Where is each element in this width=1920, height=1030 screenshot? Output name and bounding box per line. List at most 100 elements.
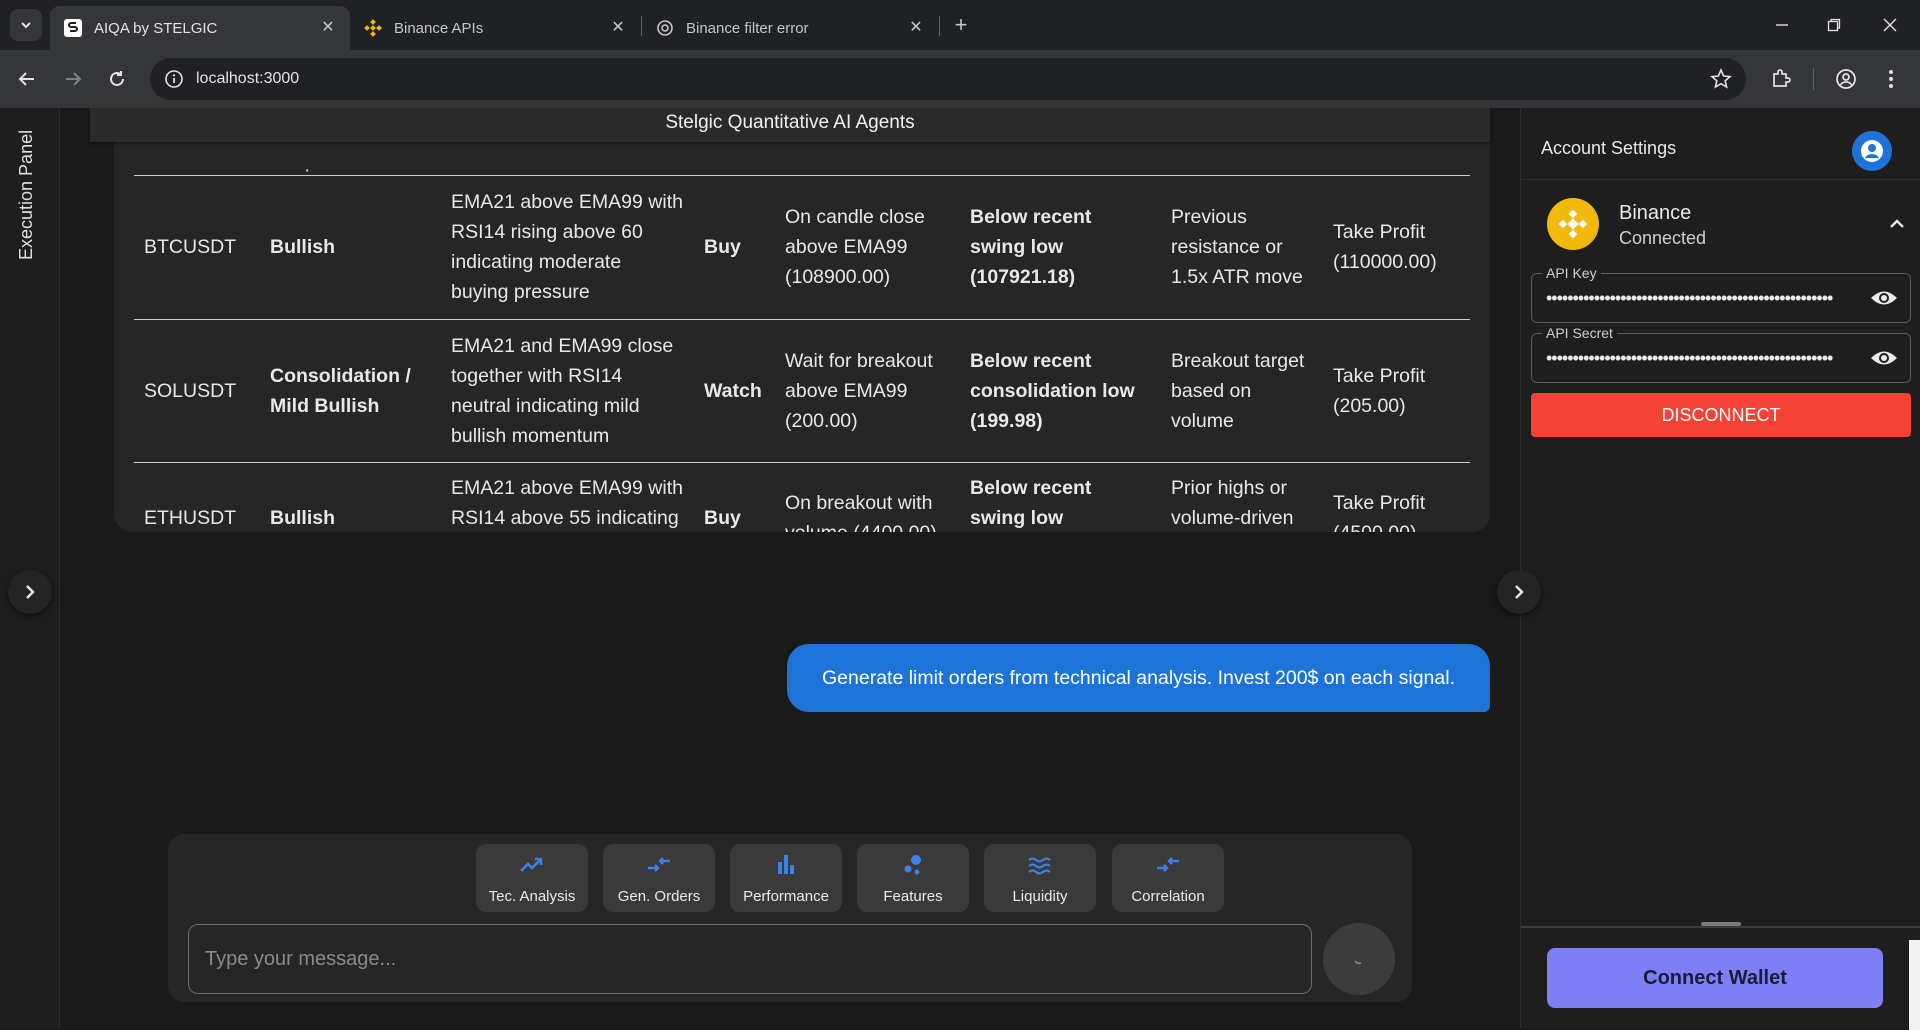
close-icon[interactable]: ✕ xyxy=(318,18,338,38)
minimize-button[interactable] xyxy=(1762,10,1802,40)
address-bar[interactable]: localhost:3000 xyxy=(150,58,1746,100)
features-button[interactable]: Features xyxy=(857,844,969,912)
tab-title: Binance APIs xyxy=(394,19,484,37)
expand-execution-panel-button[interactable] xyxy=(8,570,52,614)
tab-title: AIQA by STELGIC xyxy=(94,19,218,37)
account-circle-icon xyxy=(1836,69,1856,89)
message-composer: Tec. Analysis Gen. Orders Performance Fe… xyxy=(168,834,1412,1002)
take-profit-cell: Take Profit (205.00) xyxy=(1323,319,1470,463)
reload-button[interactable] xyxy=(102,64,132,94)
quick-action-label: Performance xyxy=(743,888,829,905)
entry-cell: On breakout with volume (4400.00) xyxy=(775,462,960,532)
toolbar-divider xyxy=(1813,68,1814,90)
browser-tabstrip: AIQA by STELGIC ✕ Binance APIs ✕ Binance… xyxy=(0,0,1920,50)
user-message-bubble: Generate limit orders from technical ana… xyxy=(787,644,1490,712)
account-settings-panel: Account Settings Binance Connected API K… xyxy=(1520,108,1920,1030)
account-circle-icon xyxy=(1861,140,1883,162)
exchange-connection-row[interactable]: Binance Connected xyxy=(1547,198,1907,258)
arrow-left-icon xyxy=(18,72,34,86)
bar-chart-icon xyxy=(778,855,794,874)
liquidity-button[interactable]: Liquidity xyxy=(984,844,1096,912)
waves-icon xyxy=(1028,857,1051,875)
compare-arrows-icon xyxy=(648,857,670,872)
app-header-title: Stelgic Quantitative AI Agents xyxy=(90,108,1490,142)
table-row: ETHUSDT Bullish EMA21 above EMA99 with RSI… xyxy=(134,462,1470,532)
tab-binance-apis[interactable]: Binance APIs ✕ xyxy=(350,6,640,50)
chevron-right-icon xyxy=(26,585,35,599)
visibility-icon[interactable] xyxy=(1870,346,1898,370)
api-secret-field[interactable]: API Secret •••••••••••••••••••••••••••••… xyxy=(1531,325,1911,383)
gen-orders-button[interactable]: Gen. Orders xyxy=(603,844,715,912)
tec-analysis-button[interactable]: Tec. Analysis xyxy=(476,844,588,912)
action-cell: Watch xyxy=(694,319,775,463)
resize-handle[interactable] xyxy=(1701,922,1741,926)
stop-loss-cell: Below recent swing low (107921.18) xyxy=(960,176,1161,320)
analysis-cell: EMA21 and EMA99 close together with RSI1… xyxy=(441,319,694,463)
reload-icon xyxy=(110,71,124,86)
browser-toolbar: localhost:3000 xyxy=(0,50,1920,108)
restore-button[interactable] xyxy=(1814,10,1854,40)
scrollbar[interactable] xyxy=(1909,940,1920,1030)
api-key-value[interactable]: ••••••••••••••••••••••••••••••••••••••••… xyxy=(1546,288,1850,309)
back-button[interactable] xyxy=(12,64,42,94)
connect-wallet-button[interactable]: Connect Wallet xyxy=(1547,948,1883,1008)
profile-button[interactable] xyxy=(1831,64,1861,94)
execution-panel: Execution Panel xyxy=(0,108,60,1028)
analysis-cell: EMA21 above EMA99 with RSI14 above 55 in… xyxy=(441,462,694,532)
tab-search-button[interactable] xyxy=(10,9,42,41)
stop-loss-cell: Below recent swing low (4392.53) xyxy=(960,462,1161,532)
quick-action-label: Correlation xyxy=(1131,888,1205,905)
close-icon[interactable]: ✕ xyxy=(608,18,628,38)
arrow-right-icon xyxy=(66,72,82,86)
browser-menu-button[interactable] xyxy=(1876,64,1906,94)
disconnect-button[interactable]: DISCONNECT xyxy=(1531,393,1911,437)
extensions-button[interactable] xyxy=(1766,64,1796,94)
app-root: Execution Panel Stelgic Quantitative AI … xyxy=(0,108,1920,1030)
stelgic-favicon-icon xyxy=(64,19,82,37)
performance-button[interactable]: Performance xyxy=(730,844,842,912)
action-cell: Buy xyxy=(694,176,775,320)
tab-binance-filter-error[interactable]: Binance filter error ✕ xyxy=(642,6,938,50)
visibility-icon[interactable] xyxy=(1870,286,1898,310)
take-profit-cell: Take Profit (110000.00) xyxy=(1323,176,1470,320)
signals-table: BTCUSDT Bullish EMA21 above EMA99 with RSI… xyxy=(134,176,1470,532)
account-settings-title: Account Settings xyxy=(1541,138,1677,158)
tab-title: Binance filter error xyxy=(686,19,809,37)
close-icon[interactable]: ✕ xyxy=(906,18,926,38)
execution-panel-title: Execution Panel xyxy=(16,130,36,261)
close-icon xyxy=(1883,18,1897,32)
message-input[interactable] xyxy=(188,924,1312,994)
new-tab-button[interactable]: + xyxy=(947,12,975,40)
window-close-button[interactable] xyxy=(1870,10,1910,40)
action-cell: Buy xyxy=(694,462,775,532)
more-vert-icon xyxy=(1889,70,1893,88)
expand-right-panel-button[interactable] xyxy=(1497,570,1541,614)
table-row: SOLUSDT Consolidation / Mild Bullish EMA21… xyxy=(134,319,1470,463)
chevron-right-icon xyxy=(1515,585,1524,599)
trend-cell: Bullish xyxy=(260,462,441,532)
trend-cell: Bullish xyxy=(260,176,441,320)
send-button[interactable] xyxy=(1323,923,1395,995)
api-key-field[interactable]: API Key ••••••••••••••••••••••••••••••••… xyxy=(1531,265,1911,323)
url-text[interactable]: localhost:3000 xyxy=(196,70,299,88)
table-row: BTCUSDT Bullish EMA21 above EMA99 with RSI… xyxy=(134,176,1470,320)
bookmark-star-icon[interactable] xyxy=(1710,68,1732,90)
puzzle-icon xyxy=(1773,69,1791,87)
take-profit-cell: Take Profit (4500.00) xyxy=(1323,462,1470,532)
site-info-icon[interactable] xyxy=(164,69,184,89)
quick-action-label: Liquidity xyxy=(1012,888,1068,905)
target-cell: Prior highs or volume-driven move xyxy=(1161,462,1323,532)
chevron-up-icon[interactable] xyxy=(1885,212,1909,236)
binance-logo-icon xyxy=(1547,198,1599,250)
forward-button[interactable] xyxy=(58,64,88,94)
correlation-button[interactable]: Correlation xyxy=(1112,844,1224,912)
account-button[interactable] xyxy=(1852,131,1892,171)
assistant-message-card: · BTCUSDT Bullish EMA21 above EMA99 with R… xyxy=(114,128,1490,532)
binance-favicon-icon xyxy=(364,19,382,37)
quick-action-label: Tec. Analysis xyxy=(488,888,576,905)
api-secret-value[interactable]: ••••••••••••••••••••••••••••••••••••••••… xyxy=(1546,348,1850,369)
trend-cell: Consolidation / Mild Bullish xyxy=(260,319,441,463)
restore-icon xyxy=(1827,18,1841,32)
tab-aiqa[interactable]: AIQA by STELGIC ✕ xyxy=(50,6,350,50)
compare-arrows-icon xyxy=(1157,857,1179,872)
